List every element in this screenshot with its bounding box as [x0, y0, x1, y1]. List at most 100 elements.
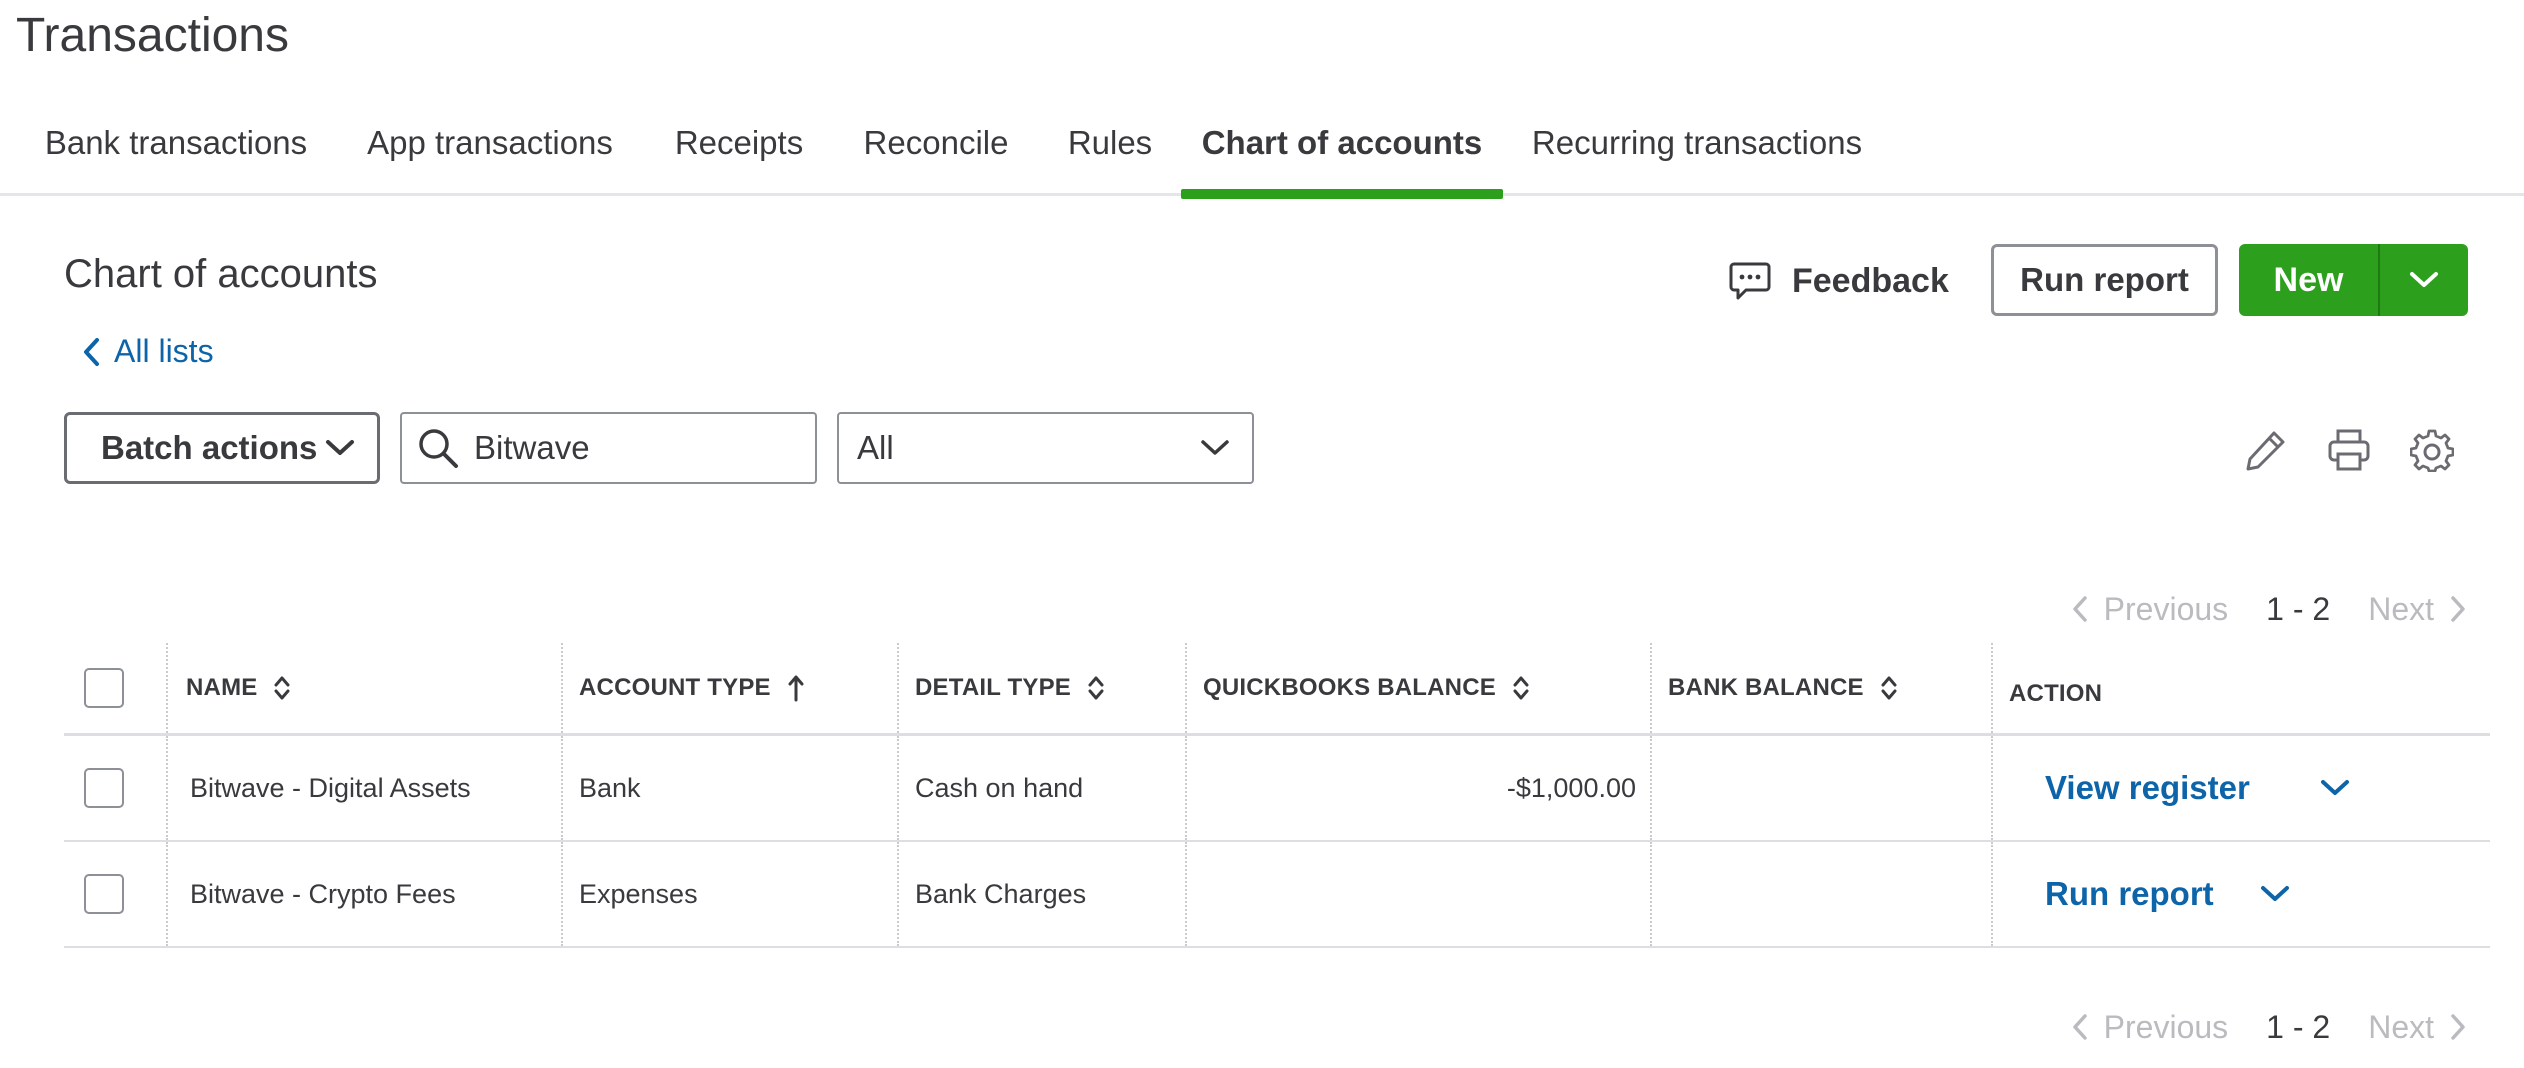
chevron-left-icon: [2072, 1014, 2087, 1040]
tab-label: Bank transactions: [44, 124, 308, 161]
column-header-action: ACTION: [1991, 643, 2490, 733]
column-label: ACCOUNT TYPE: [579, 674, 771, 701]
arrow-up-icon: [788, 675, 804, 702]
row-checkbox[interactable]: [84, 874, 124, 914]
cell-account-type: Expenses: [561, 842, 897, 946]
sort-updown-icon: [1513, 676, 1529, 700]
chevron-down-icon[interactable]: [2260, 885, 2290, 903]
cell-detail-type: Cash on hand: [897, 736, 1185, 840]
row-checkbox[interactable]: [84, 768, 124, 808]
tab-app-transactions[interactable]: App transactions: [367, 124, 613, 196]
feedback-label: Feedback: [1792, 261, 1949, 300]
tab-bank-transactions[interactable]: Bank transactions: [44, 124, 308, 196]
sort-updown-icon: [1088, 676, 1104, 700]
previous-page-button[interactable]: Previous: [2072, 590, 2229, 628]
all-lists-label: All lists: [114, 333, 214, 369]
column-header-account-type[interactable]: ACCOUNT TYPE: [561, 643, 897, 733]
previous-label: Previous: [2103, 1008, 2229, 1045]
batch-actions-label: Batch actions: [101, 429, 318, 466]
pencil-icon[interactable]: [2244, 428, 2288, 472]
chevron-down-icon[interactable]: [2320, 779, 2350, 797]
printer-icon[interactable]: [2327, 428, 2371, 472]
next-page-button[interactable]: Next: [2368, 591, 2466, 628]
column-label: DETAIL TYPE: [915, 674, 1071, 701]
cell-action: View register: [1991, 736, 2490, 840]
cell-bank-balance: [1650, 842, 1991, 946]
run-report-link[interactable]: Run report: [2045, 875, 2214, 913]
tab-label: Reconcile: [863, 124, 1009, 161]
account-filter-dropdown[interactable]: All: [837, 412, 1254, 484]
tab-chart-of-accounts[interactable]: Chart of accounts: [1181, 124, 1503, 199]
search-box: [400, 412, 817, 484]
pagination-top: Previous 1 - 2 Next: [2072, 589, 2466, 629]
column-header-detail-type[interactable]: DETAIL TYPE: [897, 643, 1185, 733]
section-title: Chart of accounts: [64, 252, 378, 296]
select-all-checkbox[interactable]: [84, 668, 124, 708]
run-report-button[interactable]: Run report: [1991, 244, 2218, 316]
select-all-cell: [84, 643, 144, 733]
tab-label: App transactions: [367, 124, 613, 161]
cell-name: Bitwave - Digital Assets: [166, 736, 561, 840]
chevron-down-icon: [2409, 271, 2439, 289]
tab-receipts[interactable]: Receipts: [674, 124, 804, 196]
feedback-button[interactable]: Feedback: [1728, 256, 1949, 306]
column-label: QUICKBOOKS BALANCE: [1203, 674, 1496, 701]
column-header-quickbooks-balance[interactable]: QUICKBOOKS BALANCE: [1185, 643, 1650, 733]
gear-icon[interactable]: [2410, 428, 2454, 472]
column-label: ACTION: [2009, 680, 2103, 707]
chevron-right-icon: [2451, 596, 2465, 622]
column-label: BANK BALANCE: [1668, 674, 1864, 701]
all-lists-link[interactable]: All lists: [82, 333, 214, 370]
tab-bar: Bank transactions App transactions Recei…: [0, 124, 2524, 199]
cell-name: Bitwave - Crypto Fees: [166, 842, 561, 946]
filter-value: All: [857, 429, 894, 466]
chat-bubble-icon: [1728, 259, 1772, 303]
cell-quickbooks-balance: [1185, 842, 1650, 946]
tab-recurring-transactions[interactable]: Recurring transactions: [1531, 124, 1863, 196]
search-input[interactable]: [474, 429, 794, 467]
column-header-name[interactable]: NAME: [166, 643, 561, 733]
next-label: Next: [2368, 590, 2434, 627]
chevron-left-icon: [82, 337, 100, 367]
active-tab-indicator: [1181, 189, 1503, 199]
search-icon: [416, 426, 460, 470]
sort-updown-icon: [274, 676, 290, 700]
column-label: NAME: [186, 674, 258, 701]
table-header: NAME ACCOUNT TYPE DETAIL TYPE QUICKBOOKS…: [64, 643, 2490, 736]
new-button[interactable]: New: [2239, 244, 2378, 316]
tab-reconcile[interactable]: Reconcile: [863, 124, 1009, 196]
batch-actions-dropdown[interactable]: Batch actions: [64, 412, 380, 484]
chevron-right-icon: [2451, 1014, 2465, 1040]
cell-detail-type: Bank Charges: [897, 842, 1185, 946]
tab-label: Chart of accounts: [1201, 124, 1483, 161]
cell-account-type: Bank: [561, 736, 897, 840]
tab-rules[interactable]: Rules: [1067, 124, 1153, 196]
tab-label: Recurring transactions: [1531, 124, 1863, 161]
new-button-group: New: [2239, 244, 2468, 316]
accounts-table: NAME ACCOUNT TYPE DETAIL TYPE QUICKBOOKS…: [64, 643, 2490, 948]
page-range: 1 - 2: [2266, 590, 2331, 627]
chevron-down-icon: [1200, 439, 1230, 457]
page-title: Transactions: [16, 9, 289, 62]
cell-action: Run report: [1991, 842, 2490, 946]
table-row: Bitwave - Crypto Fees Expenses Bank Char…: [64, 842, 2490, 948]
row-select-cell: [84, 842, 144, 946]
chevron-left-icon: [2072, 596, 2087, 622]
page-range: 1 - 2: [2266, 1008, 2331, 1045]
tab-label: Rules: [1067, 124, 1153, 161]
table-row: Bitwave - Digital Assets Bank Cash on ha…: [64, 736, 2490, 842]
next-page-button[interactable]: Next: [2368, 1009, 2466, 1046]
previous-label: Previous: [2103, 590, 2229, 627]
chevron-down-icon: [325, 439, 355, 457]
pagination-bottom: Previous 1 - 2 Next: [2072, 1007, 2466, 1047]
row-select-cell: [84, 736, 144, 840]
new-dropdown-button[interactable]: [2380, 244, 2468, 316]
cell-bank-balance: [1650, 736, 1991, 840]
column-header-bank-balance[interactable]: BANK BALANCE: [1650, 643, 1991, 733]
view-register-link[interactable]: View register: [2045, 769, 2250, 807]
cell-quickbooks-balance: -$1,000.00: [1185, 736, 1650, 840]
next-label: Next: [2368, 1008, 2434, 1045]
previous-page-button[interactable]: Previous: [2072, 1008, 2229, 1046]
tab-label: Receipts: [674, 124, 804, 161]
sort-updown-icon: [1881, 676, 1897, 700]
